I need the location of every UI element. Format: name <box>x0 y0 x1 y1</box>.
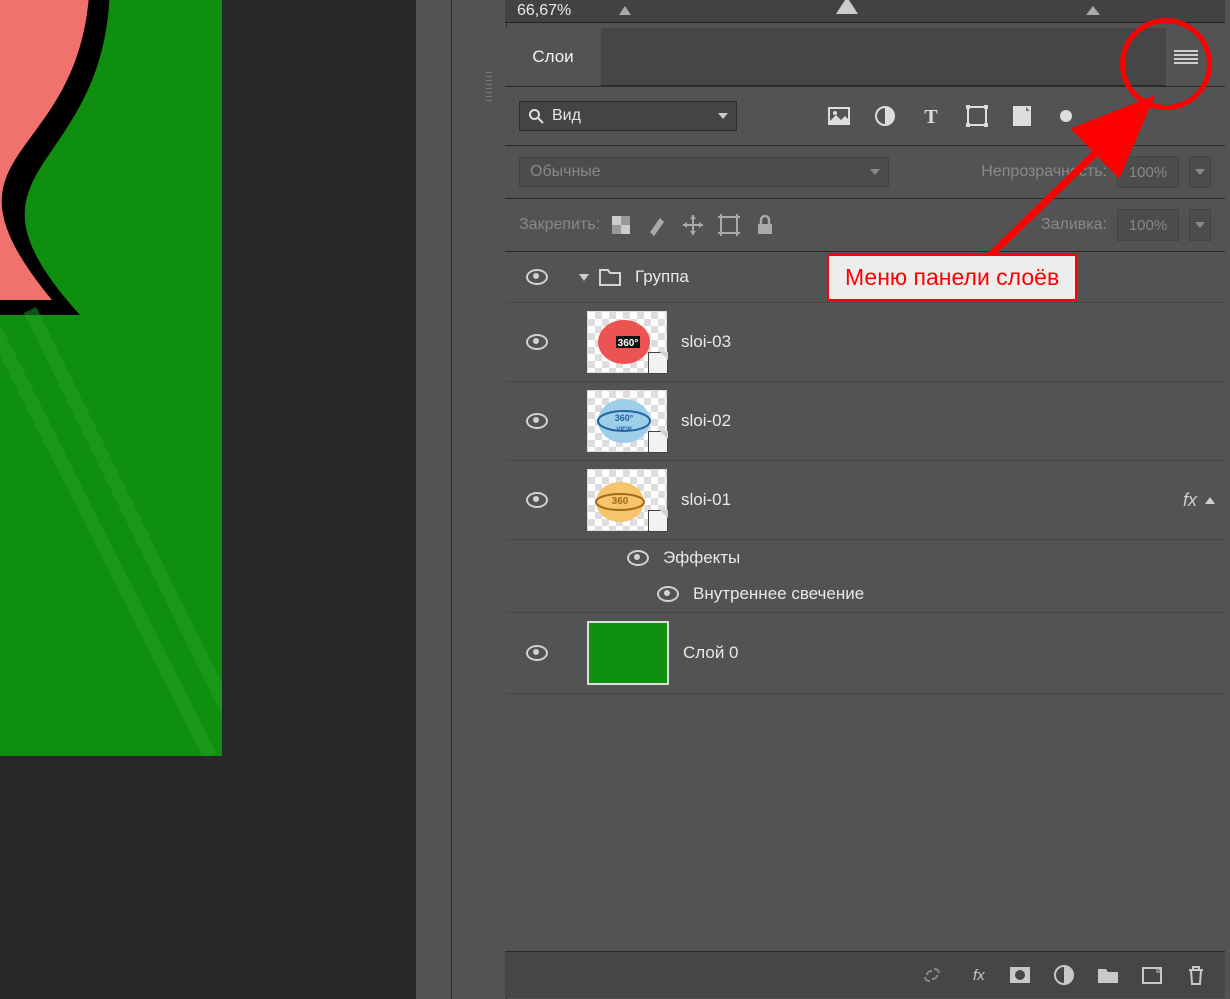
visibility-toggle-icon[interactable] <box>627 550 649 566</box>
effect-name: Внутреннее свечение <box>693 584 864 604</box>
lock-position-icon[interactable] <box>682 214 704 236</box>
filter-adjustment-icon[interactable] <box>874 105 896 127</box>
layer-mask-icon[interactable] <box>1009 964 1031 986</box>
visibility-toggle-icon[interactable] <box>526 269 548 285</box>
adjustment-layer-icon[interactable] <box>1053 964 1075 986</box>
tab-layers[interactable]: Слои <box>505 28 601 86</box>
svg-text:T: T <box>924 106 938 127</box>
effect-inner-glow-row[interactable]: Внутреннее свечение <box>505 576 1225 612</box>
layer-row-sloi-03[interactable]: 360° sloi-03 <box>505 303 1225 382</box>
navigator-zoom-value[interactable]: 66,67% <box>517 2 571 20</box>
layer-thumbnail[interactable] <box>587 621 669 685</box>
new-layer-icon[interactable] <box>1141 964 1163 986</box>
artwork-shape <box>0 0 222 756</box>
lock-label: Закрепить: <box>519 216 600 234</box>
layer-filter-row: Вид T <box>505 87 1225 146</box>
opacity-label: Непрозрачность: <box>981 163 1107 181</box>
effects-label: Эффекты <box>663 548 740 568</box>
lock-artboard-icon[interactable] <box>718 214 740 236</box>
filter-shape-icon[interactable] <box>966 105 988 127</box>
visibility-toggle-icon[interactable] <box>526 492 548 508</box>
filter-type-dropdown[interactable]: Вид <box>519 101 737 131</box>
blend-mode-dropdown[interactable]: Обычные <box>519 157 889 187</box>
svg-text:360°: 360° <box>618 338 639 349</box>
panel-menu-button[interactable] <box>1157 28 1215 86</box>
opacity-input[interactable]: 100% <box>1117 156 1179 188</box>
navigator-footer: 66,67% <box>505 0 1225 23</box>
visibility-toggle-icon[interactable] <box>526 334 548 350</box>
svg-text:VIEW: VIEW <box>616 427 632 433</box>
lock-all-icon[interactable] <box>754 214 776 236</box>
filter-type-icon[interactable]: T <box>920 105 942 127</box>
zoom-in-stop-icon[interactable] <box>1086 6 1100 15</box>
fill-input[interactable]: 100% <box>1117 209 1179 241</box>
visibility-toggle-icon[interactable] <box>526 645 548 661</box>
hamburger-icon <box>1174 50 1198 64</box>
fill-stepper[interactable] <box>1189 209 1211 241</box>
zoom-slider-handle-icon[interactable] <box>836 0 858 14</box>
visibility-toggle-icon[interactable] <box>657 586 679 602</box>
fx-indicator[interactable]: fx <box>1183 490 1197 511</box>
visibility-toggle-icon[interactable] <box>526 413 548 429</box>
layer-thumbnail[interactable]: 360° VIEW <box>587 390 667 452</box>
layer-row-background[interactable]: Слой 0 <box>505 612 1225 694</box>
chevron-down-icon <box>718 113 728 119</box>
group-name[interactable]: Группа <box>635 267 689 287</box>
delete-layer-icon[interactable] <box>1185 964 1207 986</box>
svg-text:360°: 360° <box>615 413 634 423</box>
collapsed-dock[interactable] <box>451 0 507 999</box>
svg-text:fx: fx <box>973 967 985 984</box>
link-layers-icon[interactable] <box>921 964 943 986</box>
opacity-stepper[interactable] <box>1189 156 1211 188</box>
zoom-out-stop-icon[interactable] <box>619 6 631 15</box>
lock-row: Закрепить: Заливка: 100% <box>505 199 1225 252</box>
layer-row-sloi-02[interactable]: 360° VIEW sloi-02 <box>505 382 1225 461</box>
layers-panel: Слои Вид T Обычные Непрозрачность: 100% <box>505 28 1225 998</box>
chevron-up-icon[interactable] <box>1205 497 1215 504</box>
filter-pixel-icon[interactable] <box>828 105 850 127</box>
filter-type-label: Вид <box>552 107 710 125</box>
smartobject-badge-icon <box>648 352 668 374</box>
layers-list: Группа 360° sloi-03 360° VIEW sloi-02 360 <box>505 252 1225 694</box>
canvas-area <box>0 0 416 999</box>
tab-bar-background <box>601 28 1225 86</box>
layer-name[interactable]: Слой 0 <box>683 643 739 663</box>
smartobject-badge-icon <box>648 510 668 532</box>
smartobject-badge-icon <box>648 431 668 453</box>
chevron-down-icon <box>579 274 589 281</box>
panel-tab-bar: Слои <box>505 28 1225 87</box>
svg-text:360: 360 <box>612 496 629 507</box>
artwork-canvas[interactable] <box>0 0 222 756</box>
layer-row-sloi-01[interactable]: 360 sloi-01 fx <box>505 461 1225 540</box>
fx-button-icon[interactable]: fx <box>965 964 987 986</box>
effects-heading-row[interactable]: Эффекты <box>505 540 1225 576</box>
tab-layers-label: Слои <box>532 47 573 67</box>
layer-thumbnail[interactable]: 360 <box>587 469 667 531</box>
layers-panel-footer: fx <box>505 951 1225 998</box>
fill-label: Заливка: <box>1041 216 1107 234</box>
lock-transparency-icon[interactable] <box>610 214 632 236</box>
blend-mode-row: Обычные Непрозрачность: 100% <box>505 146 1225 199</box>
layer-name[interactable]: sloi-01 <box>681 490 731 510</box>
blend-mode-value: Обычные <box>530 163 601 181</box>
search-icon <box>528 108 544 124</box>
lock-paint-icon[interactable] <box>646 214 668 236</box>
filter-toggle-switch[interactable] <box>1060 110 1072 122</box>
layer-thumbnail[interactable]: 360° <box>587 311 667 373</box>
layer-name[interactable]: sloi-02 <box>681 411 731 431</box>
new-group-icon[interactable] <box>1097 964 1119 986</box>
layer-group-row[interactable]: Группа <box>505 252 1225 303</box>
panel-gutter[interactable] <box>416 0 451 999</box>
chevron-down-icon <box>870 169 880 175</box>
filter-smartobject-icon[interactable] <box>1012 105 1034 127</box>
folder-icon <box>599 267 621 287</box>
group-collapse-toggle[interactable] <box>569 274 599 281</box>
layer-name[interactable]: sloi-03 <box>681 332 731 352</box>
